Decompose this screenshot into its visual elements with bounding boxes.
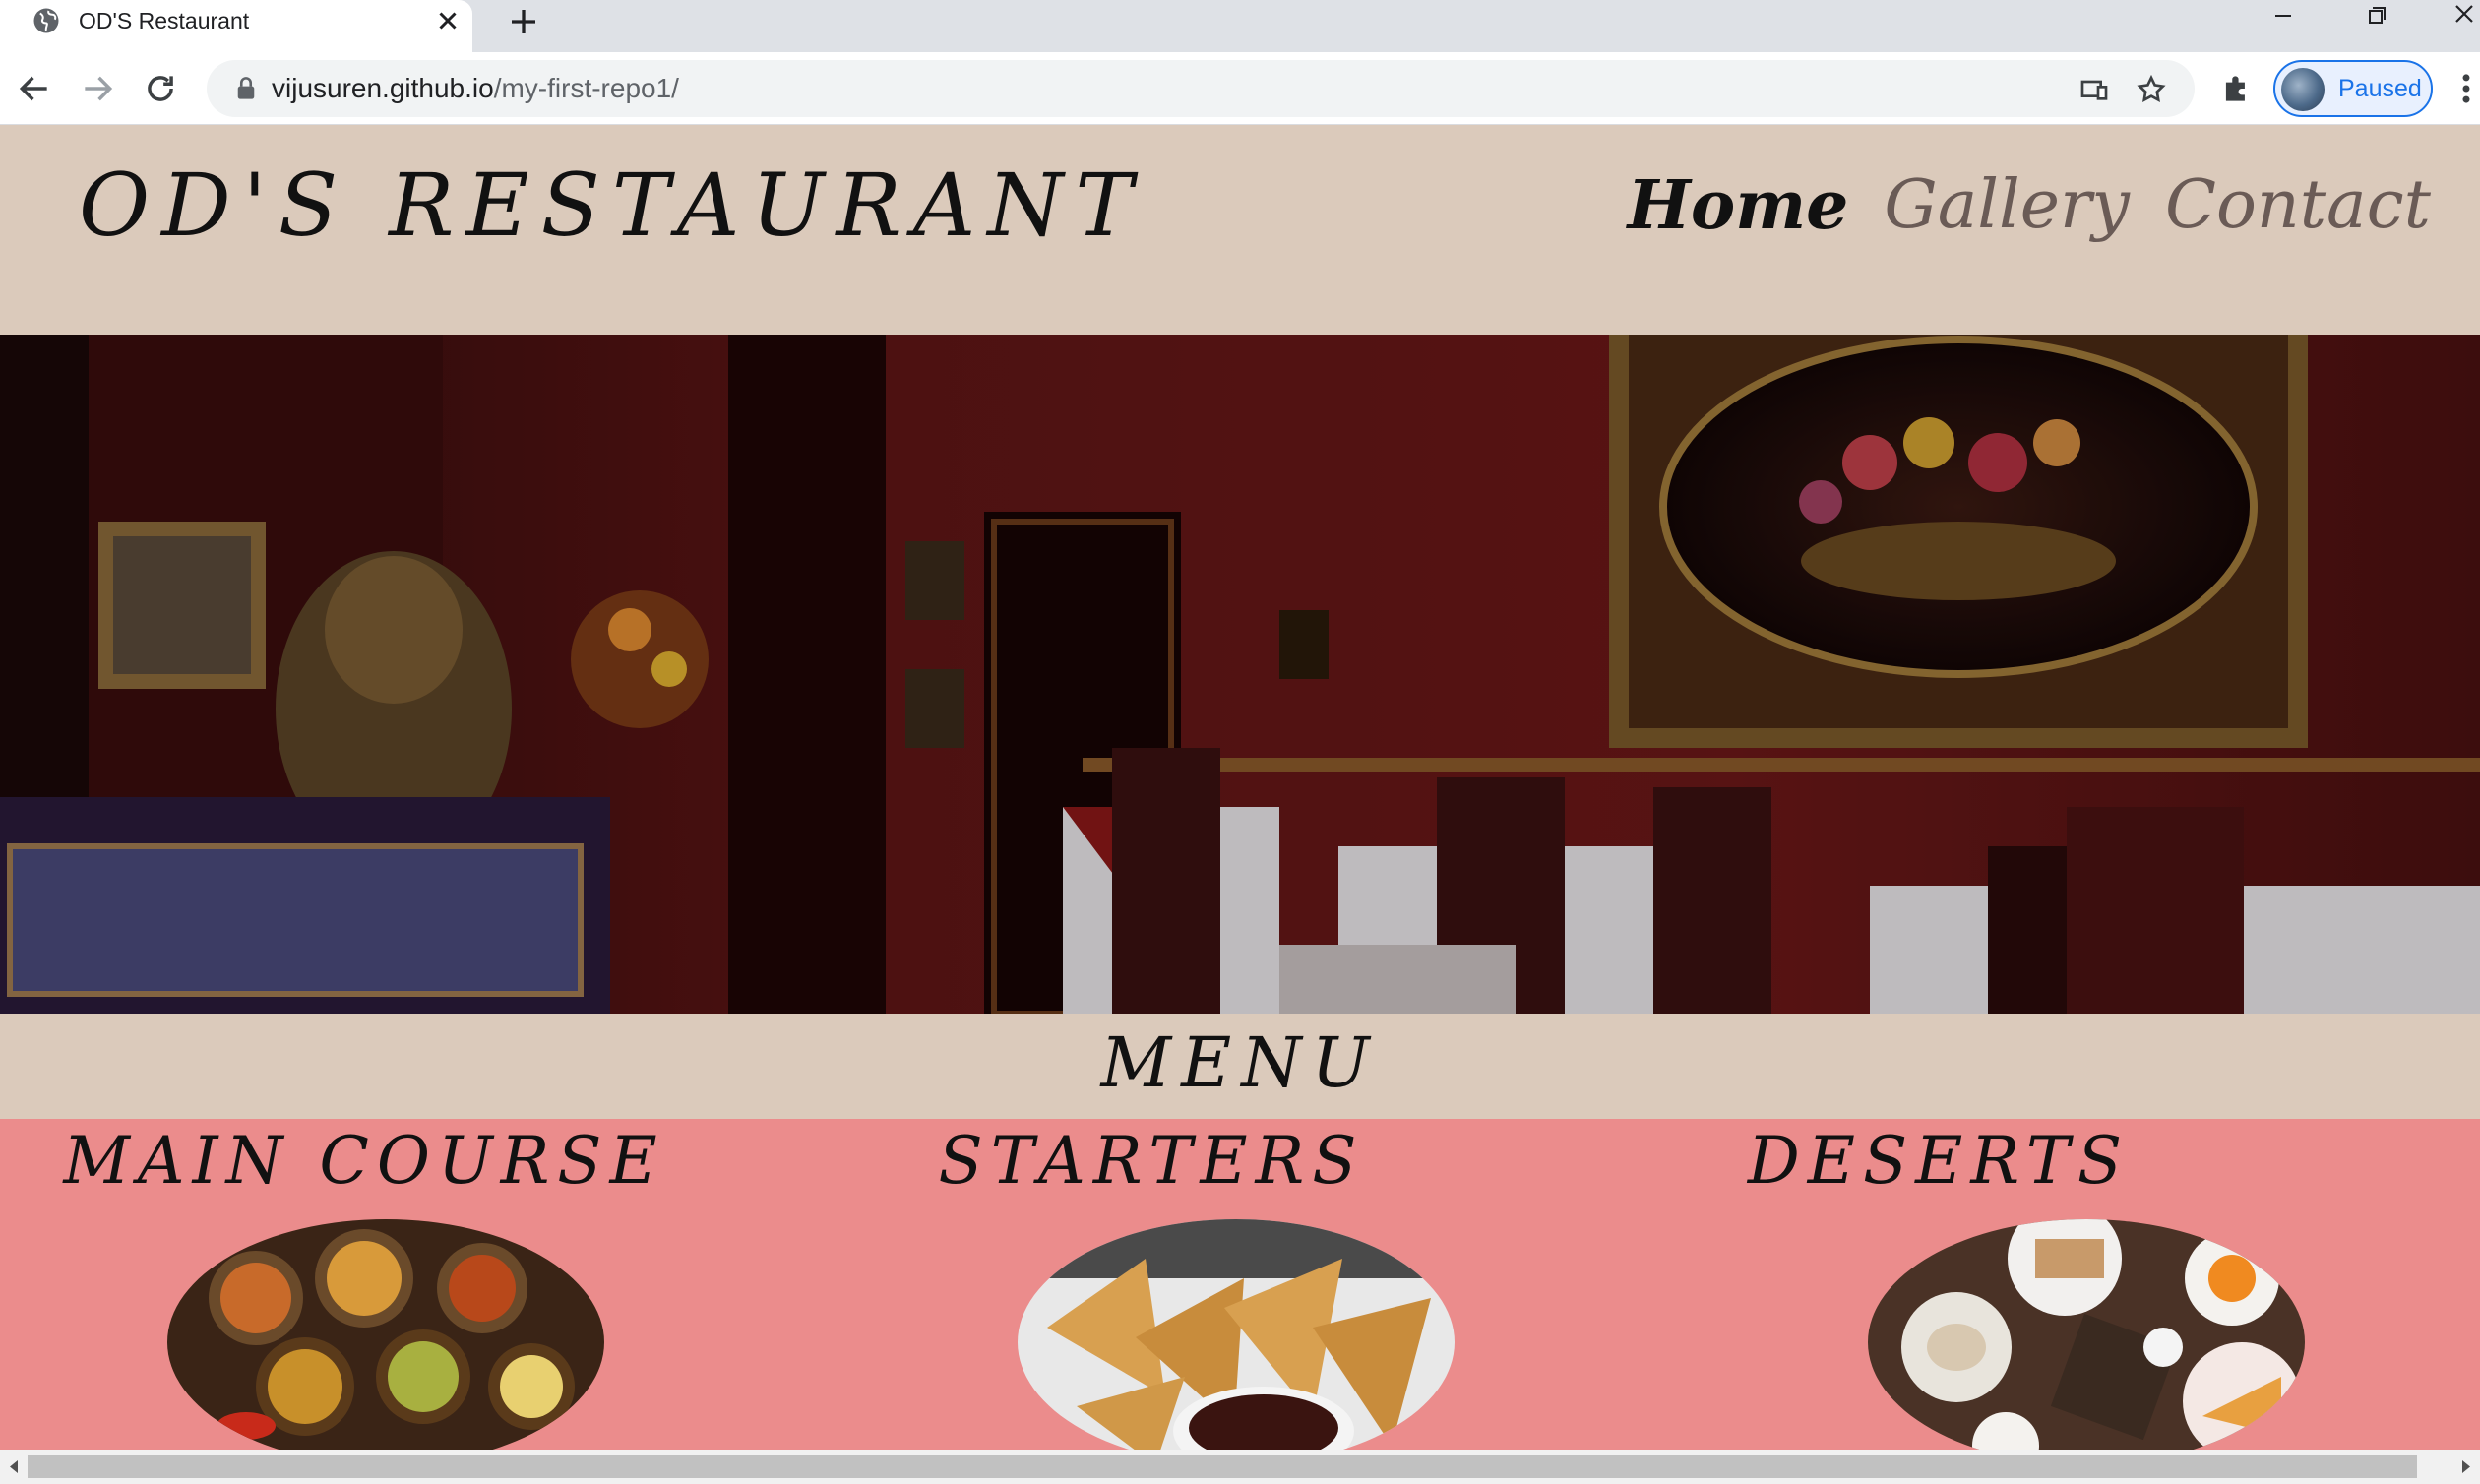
site-nav: Home Gallery Contact	[1628, 166, 2431, 245]
profile-button[interactable]: Paused	[2273, 60, 2433, 117]
tab-title: OD'S Restaurant	[79, 8, 250, 33]
menu-categories: MAIN COURSE STARTERS DESERTS	[0, 1119, 2480, 1450]
bookmark-star-icon[interactable]	[2136, 74, 2167, 105]
restore-icon[interactable]	[2346, 0, 2405, 39]
new-tab-icon[interactable]	[506, 4, 541, 39]
reload-icon[interactable]	[142, 70, 179, 107]
browser-toolbar: vijusuren.github.io/my-first-repo1/ Paus…	[0, 52, 2480, 125]
close-icon[interactable]	[433, 6, 463, 35]
forward-arrow-icon[interactable]	[79, 70, 116, 107]
nav-link-gallery[interactable]: Gallery	[1884, 166, 2130, 245]
nav-link-contact[interactable]: Contact	[2165, 166, 2431, 245]
category-title-main-course: MAIN COURSE	[63, 1123, 665, 1199]
curry-platter-photo	[167, 1219, 604, 1450]
site-header: OD'S RESTAURANT Home Gallery Contact	[0, 125, 2480, 335]
url-path: /my-first-repo1/	[493, 73, 679, 103]
profile-status-label: Paused	[2338, 75, 2422, 102]
page-viewport: OD'S RESTAURANT Home Gallery Contact MEN…	[0, 125, 2480, 1450]
browser-tab-strip: OD'S Restaurant	[0, 0, 2480, 52]
scroll-left-arrow-icon[interactable]	[0, 1450, 28, 1484]
extensions-puzzle-icon[interactable]	[2218, 70, 2256, 107]
address-bar[interactable]: vijusuren.github.io/my-first-repo1/	[207, 60, 2195, 117]
horizontal-scrollbar[interactable]	[0, 1450, 2480, 1484]
url-text: vijusuren.github.io/my-first-repo1/	[272, 60, 679, 117]
hero-image-restaurant-interior	[0, 335, 2480, 1014]
scrollbar-thumb[interactable]	[28, 1455, 2417, 1478]
lock-icon[interactable]	[234, 76, 258, 101]
minimize-icon[interactable]	[2254, 0, 2313, 39]
globe-icon	[33, 8, 59, 33]
url-host: vijusuren.github.io	[272, 73, 494, 103]
install-app-icon[interactable]	[2078, 74, 2110, 105]
scroll-right-arrow-icon[interactable]	[2452, 1450, 2480, 1484]
category-main-course: MAIN COURSE	[0, 1119, 827, 1450]
starters-dish-image[interactable]	[1018, 1219, 1455, 1450]
menu-heading-band: MENU	[0, 1014, 2480, 1119]
samosa-plate-photo	[1018, 1219, 1455, 1450]
category-title-deserts: DESERTS	[1747, 1123, 2131, 1199]
main-course-dish-image[interactable]	[167, 1219, 604, 1450]
window-close-icon[interactable]	[2435, 0, 2480, 39]
category-deserts: DESERTS	[1653, 1119, 2480, 1450]
dessert-table-photo	[1868, 1219, 2305, 1450]
restaurant-interior-photo	[0, 335, 2480, 1014]
nav-link-home[interactable]: Home	[1628, 166, 1849, 245]
menu-heading: MENU	[1100, 1022, 1380, 1103]
browser-tab[interactable]: OD'S Restaurant	[0, 0, 472, 52]
more-menu-icon[interactable]	[2454, 70, 2478, 107]
category-title-starters: STARTERS	[938, 1123, 1365, 1199]
site-logo: OD'S RESTAURANT	[79, 155, 1146, 256]
deserts-dish-image[interactable]	[1868, 1219, 2305, 1450]
back-arrow-icon[interactable]	[16, 70, 53, 107]
avatar	[2281, 68, 2325, 111]
